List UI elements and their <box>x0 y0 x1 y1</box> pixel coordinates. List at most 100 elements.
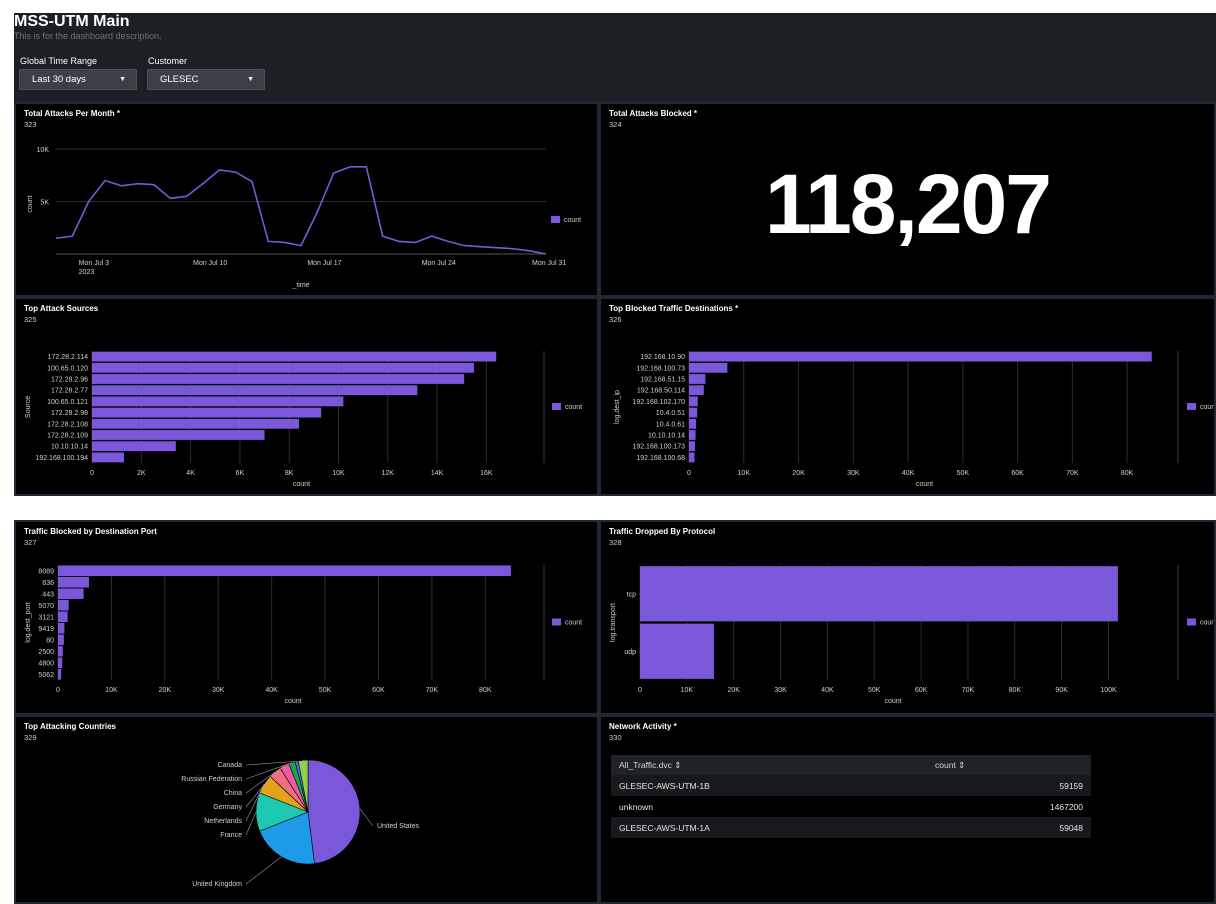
dashboard-bottom: Traffic Blocked by Destination Port 327 … <box>14 520 1216 904</box>
column-header-count[interactable]: count ⇕ <box>927 755 1091 775</box>
bar <box>689 418 697 429</box>
bar <box>689 351 1152 362</box>
slice-label: United States <box>377 823 420 830</box>
panel-title: Total Attacks Blocked * <box>609 109 698 118</box>
legend-swatch <box>1187 618 1196 626</box>
x-tick-label: 8K <box>285 470 294 477</box>
y-tick-label: 172.28.2.108 <box>47 421 88 428</box>
y-tick-label: 192.168.51.15 <box>640 377 685 384</box>
y-tick-label: 443 <box>42 591 54 598</box>
bar-chart: 0 10K 20K 30K 40K 50K 60K 70K 80K 8089 636 443 5070 3… <box>25 565 582 705</box>
legend-label: count <box>564 217 581 224</box>
slice-label: Germany <box>213 804 242 811</box>
y-tick-label: 192.168.10.90 <box>640 354 685 361</box>
x-tick-label: Mon Jul 17 <box>307 260 341 267</box>
bar <box>92 362 475 373</box>
slice-label: Canada <box>217 762 242 769</box>
bar <box>92 396 344 407</box>
x-axis-label: count <box>293 481 310 488</box>
y-tick-label: 5070 <box>38 603 54 610</box>
y-tick-label: 10.4.0.61 <box>656 421 685 428</box>
dashboard-description: This is for the dashboard description. <box>14 31 162 41</box>
bar <box>689 407 698 418</box>
chevron-down-icon: ▼ <box>247 76 254 83</box>
network-table: All_Traffic.dvc ⇕ count ⇕ GLESEC-AWS-UTM… <box>611 755 1091 838</box>
x-tick-label: Mon Jul 24 <box>422 260 456 267</box>
customer-dropdown[interactable]: GLESEC ▼ <box>147 69 265 90</box>
y-tick-label: 172.28.2.98 <box>51 410 88 417</box>
x-tick-label: 70K <box>962 687 975 694</box>
legend-swatch <box>551 216 560 223</box>
table-row[interactable]: GLESEC-AWS-UTM-1A 59048 <box>611 817 1091 838</box>
table-row[interactable]: GLESEC-AWS-UTM-1B 59159 <box>611 775 1091 796</box>
bar <box>92 452 125 463</box>
bar <box>92 430 265 440</box>
x-tick-label: 0 <box>638 687 642 694</box>
x-tick-label: Mon Jul 31 <box>532 260 566 267</box>
bar <box>58 645 63 657</box>
bar <box>92 418 300 429</box>
x-tick-label: 90K <box>1055 687 1068 694</box>
y-tick-label: 9419 <box>38 626 54 633</box>
single-value: 118,207 <box>764 157 1052 251</box>
x-tick-label: 10K <box>738 470 751 477</box>
y-tick-label: tcp <box>627 591 636 598</box>
legend-swatch <box>1187 403 1196 410</box>
dashboard-title: MSS-UTM Main <box>14 13 130 30</box>
table-cell: 59159 <box>927 775 1091 796</box>
x-tick-label: 40K <box>821 687 834 694</box>
y-tick-label: 5K <box>40 200 49 207</box>
x-tick-label: 30K <box>212 687 225 694</box>
y-axis-label: log.transport <box>610 603 617 642</box>
bar <box>58 599 69 611</box>
y-axis-label: Source <box>25 396 32 418</box>
slice-label: France <box>220 832 242 839</box>
bar-chart: 0 10K 20K 30K 40K 50K 60K 70K 80K 192.168.10.90 19… <box>614 351 1214 488</box>
x-tick-label: 60K <box>915 687 928 694</box>
bar <box>640 566 1118 622</box>
table-cell: 1467200 <box>1049 801 1083 812</box>
legend-label: count <box>565 404 582 411</box>
x-tick-label: 6K <box>236 470 245 477</box>
bar <box>92 407 322 418</box>
customer-value: GLESEC <box>160 74 199 85</box>
y-axis-label: count <box>27 195 34 212</box>
legend-label: count <box>1200 620 1214 627</box>
x-tick-label: 80K <box>1121 470 1134 477</box>
table-row[interactable]: unknown 1467200 <box>611 796 1091 817</box>
table-cell: unknown <box>619 801 654 812</box>
y-axis-label: log.dest_ip <box>614 390 621 424</box>
x-tick-label: 60K <box>372 687 385 694</box>
bar-chart: 0 2K 4K 6K 8K 10K 12K 14K 16K 172.28.2.114 100.65.… <box>25 351 582 488</box>
column-header-dvc[interactable]: All_Traffic.dvc ⇕ <box>611 755 927 775</box>
x-tick-label: 40K <box>265 687 278 694</box>
panel-protocol: Traffic Dropped By Protocol 328 0 10K 20K 3… <box>599 520 1216 715</box>
panel-top-blocked-destinations: Top Blocked Traffic Destinations * 326 0… <box>599 297 1216 496</box>
x-tick-label: 0 <box>687 470 691 477</box>
bar <box>58 657 63 669</box>
panel-title: Network Activity * <box>609 722 677 731</box>
bar-chart: 0 10K 20K 30K 40K 50K 60K 70K 80K 90K 100K tcp udp co… <box>610 565 1214 705</box>
bar <box>689 385 704 396</box>
panel-attacks-blocked: Total Attacks Blocked * 324 118,207 <box>599 102 1216 297</box>
bar <box>689 430 696 440</box>
x-tick-label: 10K <box>332 470 345 477</box>
x-tick-label: 2K <box>137 470 146 477</box>
slice-label: China <box>224 790 242 797</box>
y-tick-label: 10.10.10.14 <box>51 444 88 451</box>
x-tick-label: 70K <box>426 687 439 694</box>
y-tick-label: 172.28.2.96 <box>51 377 88 384</box>
y-tick-label: 636 <box>42 580 54 587</box>
x-tick-label: 40K <box>902 470 915 477</box>
panel-attacks-per-month: Total Attacks Per Month * 323 5K 10K count… <box>14 102 599 297</box>
panel-top-countries: Top Attacking Countries 329 United State… <box>14 715 599 904</box>
time-range-dropdown[interactable]: Last 30 days ▼ <box>19 69 137 90</box>
legend-swatch <box>552 403 561 410</box>
x-tick-label: 16K <box>480 470 493 477</box>
time-range-value: Last 30 days <box>32 74 86 85</box>
bar <box>58 588 84 600</box>
y-tick-label: 192.168.100.68 <box>636 455 685 462</box>
x-tick-label: 10K <box>105 687 118 694</box>
y-tick-label: 192.168.100.173 <box>632 444 685 451</box>
legend-label: count <box>1200 404 1214 411</box>
